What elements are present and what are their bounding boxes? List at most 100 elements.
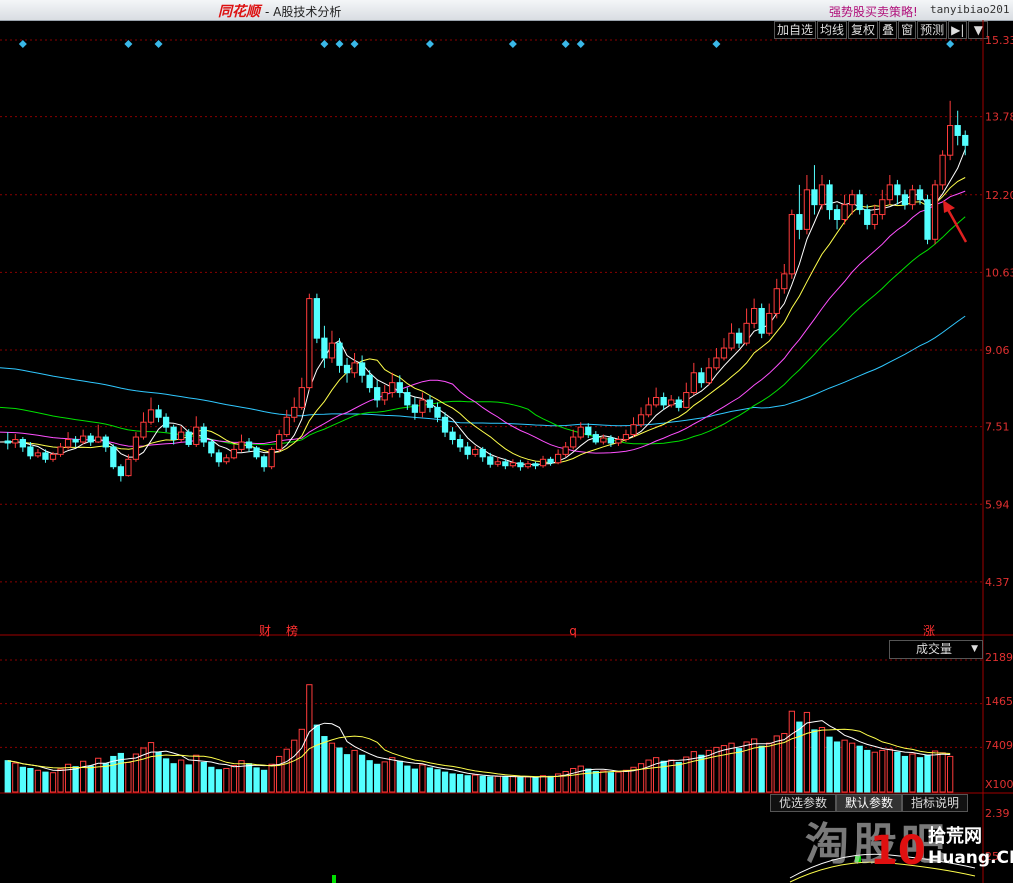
price-tick: 7.51 <box>985 421 1010 434</box>
volume-bar <box>162 758 170 793</box>
tab-default-params[interactable]: 默认参数 <box>836 794 903 812</box>
promo-link[interactable]: 强势股买卖策略! <box>829 3 918 20</box>
candle-body <box>313 298 321 339</box>
candle-body <box>125 458 132 477</box>
candle-body <box>901 194 909 206</box>
candle-body <box>155 409 162 418</box>
indicator-tick: 2.39 <box>985 807 1010 820</box>
candle-body <box>607 437 615 444</box>
candle-body <box>652 396 660 406</box>
candle-body <box>660 396 667 406</box>
volume-bar <box>524 776 532 793</box>
candle-body <box>532 463 539 467</box>
kline-chart[interactable]: 15.33 13.78 12.20 10.63 9.06 7.51 5.94 4… <box>0 20 1013 883</box>
candle-body <box>487 456 494 465</box>
ma10-line <box>0 177 966 464</box>
volume-bar <box>34 769 42 793</box>
candle-body <box>456 439 464 448</box>
event-marker[interactable]: q <box>569 624 577 638</box>
volume-indicator-select[interactable]: 成交量 ▼ <box>889 640 983 659</box>
volume-bar <box>208 766 215 793</box>
volume-bar <box>80 760 87 793</box>
volume-bar <box>72 766 79 793</box>
volume-bar <box>841 739 848 793</box>
volume-bar <box>441 771 449 793</box>
candle-body <box>668 399 675 406</box>
candle-body <box>223 457 230 463</box>
candle-body <box>343 364 351 374</box>
volume-bar <box>343 754 351 793</box>
event-marker[interactable]: 榜 <box>286 623 298 638</box>
candle-body <box>766 312 773 334</box>
candle-body <box>585 426 592 436</box>
volume-tick: 14654 <box>985 695 1013 708</box>
event-markers: 财 榜 q 涨 <box>259 623 935 638</box>
volume-axis: 21899 14654 7409 X100 <box>985 651 1013 791</box>
candle-body <box>720 347 728 359</box>
volume-bar <box>735 748 743 793</box>
volume-bar <box>750 738 758 793</box>
candle-body <box>841 204 848 220</box>
ma30-line <box>0 216 966 446</box>
volume-bar <box>434 769 441 793</box>
price-tick: 4.37 <box>985 576 1010 589</box>
indicator-line <box>789 853 976 879</box>
volume-bar <box>539 775 547 793</box>
candle-body <box>570 436 577 448</box>
volume-bar <box>464 775 471 793</box>
candle-body <box>600 437 607 443</box>
candle-body <box>728 332 735 349</box>
volume-bar <box>818 727 826 793</box>
volume-bar <box>668 759 675 793</box>
title-bar: 同花顺 - A股技术分析 强势股买卖策略! tanyibiao201 <box>0 0 1013 21</box>
volume-bar <box>230 764 238 793</box>
volume-bar <box>600 770 607 793</box>
tab-indicator-help[interactable]: 指标说明 <box>902 794 969 812</box>
indicator-panel: 2.39 25 <box>332 807 1010 883</box>
candle-body <box>735 332 743 344</box>
candle-body <box>102 436 109 448</box>
candle-body <box>381 392 388 401</box>
candle-body <box>12 439 19 444</box>
candle-body <box>788 214 795 275</box>
price-tick: 15.33 <box>985 34 1013 47</box>
candle-body <box>886 184 893 201</box>
price-axis: 15.33 13.78 12.20 10.63 9.06 7.51 5.94 4… <box>985 34 1013 589</box>
volume-bar <box>652 757 660 793</box>
volume-bar <box>728 742 735 793</box>
volume-bar <box>487 776 494 793</box>
candle-body <box>178 431 185 441</box>
signal-diamond <box>712 40 721 48</box>
volume-bar <box>939 752 946 793</box>
user-id: tanyibiao201 <box>930 3 1010 16</box>
volume-bar <box>102 763 109 793</box>
candle-body <box>562 446 569 455</box>
event-marker[interactable]: 财 <box>259 624 271 638</box>
app-logo: 同花顺 <box>218 4 260 20</box>
volume-bar <box>826 736 833 793</box>
candle-body <box>554 453 562 464</box>
volume-bar <box>849 742 856 793</box>
volume-bar <box>517 777 524 793</box>
red-arrow-annotation <box>943 200 968 243</box>
candle-body <box>750 307 758 324</box>
candle-body <box>321 337 328 359</box>
candle-body <box>336 342 343 366</box>
candle-body <box>230 448 238 459</box>
candle-body <box>690 372 697 394</box>
volume-bar <box>622 769 630 793</box>
candle-body <box>19 439 26 448</box>
candle-body <box>117 466 124 477</box>
candle-body <box>110 446 117 468</box>
candle-body <box>464 446 471 455</box>
candle-body <box>366 374 373 389</box>
candle-body <box>57 446 64 455</box>
volume-bar <box>238 760 245 793</box>
candle-body <box>524 463 532 468</box>
candle-body <box>291 406 298 418</box>
tab-preferred-params[interactable]: 优选参数 <box>770 794 837 812</box>
volume-bar <box>215 769 223 793</box>
candle-body <box>509 462 517 467</box>
volume-bar <box>916 757 924 793</box>
event-marker[interactable]: 涨 <box>923 623 935 638</box>
